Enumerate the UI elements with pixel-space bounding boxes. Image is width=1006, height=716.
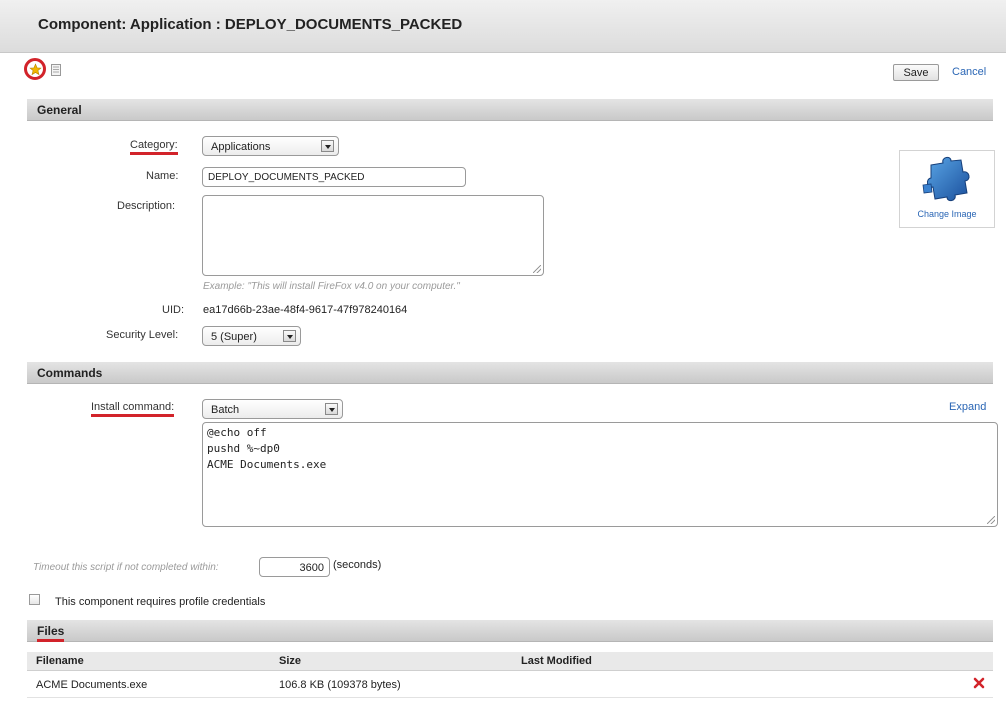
star-icon[interactable] bbox=[24, 58, 46, 80]
expand-link[interactable]: Expand bbox=[949, 401, 986, 413]
puzzle-piece-icon bbox=[922, 156, 970, 202]
component-image: Change Image bbox=[899, 150, 995, 228]
file-name: ACME Documents.exe bbox=[36, 679, 148, 691]
description-field[interactable] bbox=[202, 195, 544, 276]
delete-icon[interactable] bbox=[973, 677, 985, 689]
save-button[interactable]: Save bbox=[893, 64, 939, 81]
script-line: pushd %~dp0 bbox=[207, 442, 280, 455]
column-header-filename[interactable]: Filename bbox=[36, 655, 84, 667]
row-divider bbox=[27, 697, 993, 698]
description-label: Description: bbox=[117, 200, 176, 212]
file-size: 106.8 KB (109378 bytes) bbox=[279, 679, 401, 691]
name-field-value: DEPLOY_DOCUMENTS_PACKED bbox=[208, 172, 365, 183]
script-line: ACME Documents.exe bbox=[207, 458, 327, 471]
category-select-value: Applications bbox=[211, 141, 271, 153]
category-select[interactable]: Applications bbox=[202, 136, 339, 156]
resize-grip-icon[interactable] bbox=[987, 516, 995, 524]
general-section-header: General bbox=[27, 99, 993, 121]
install-command-type-value: Batch bbox=[211, 404, 240, 416]
security-level-value: 5 (Super) bbox=[211, 331, 257, 343]
name-label: Name: bbox=[146, 170, 179, 182]
files-section-label: Files bbox=[37, 624, 65, 642]
dropdown-arrow-icon bbox=[325, 403, 338, 415]
category-label: Category: bbox=[130, 139, 178, 155]
commands-section-header: Commands bbox=[27, 362, 993, 384]
install-command-script[interactable]: @echo off pushd %~dp0 ACME Documents.exe bbox=[202, 422, 998, 527]
install-command-label: Install command: bbox=[91, 401, 175, 417]
dropdown-arrow-icon bbox=[321, 140, 334, 152]
title-bar: Component: Application : DEPLOY_DOCUMENT… bbox=[0, 0, 1006, 53]
general-section-label: General bbox=[37, 103, 82, 117]
security-level-select[interactable]: 5 (Super) bbox=[202, 326, 301, 346]
files-section-header: Files bbox=[27, 620, 993, 642]
name-field[interactable]: DEPLOY_DOCUMENTS_PACKED bbox=[202, 167, 466, 187]
description-hint: Example: "This will install FireFox v4.0… bbox=[203, 281, 460, 292]
commands-section-label: Commands bbox=[37, 366, 103, 380]
resize-grip-icon[interactable] bbox=[533, 265, 541, 273]
column-header-last-modified[interactable]: Last Modified bbox=[521, 655, 592, 667]
timeout-field[interactable]: 3600 bbox=[259, 557, 330, 577]
dropdown-arrow-icon bbox=[283, 330, 296, 342]
timeout-field-value: 3600 bbox=[299, 562, 324, 574]
script-line: @echo off bbox=[207, 426, 267, 439]
install-command-type-select[interactable]: Batch bbox=[202, 399, 343, 419]
timeout-unit: (seconds) bbox=[333, 559, 382, 571]
favorite-toggle[interactable] bbox=[24, 58, 61, 84]
uid-label: UID: bbox=[162, 304, 184, 316]
profile-credentials-checkbox[interactable] bbox=[29, 594, 40, 605]
timeout-label: Timeout this script if not completed wit… bbox=[33, 562, 219, 573]
files-table-header: Filename Size Last Modified bbox=[27, 652, 993, 671]
column-header-size[interactable]: Size bbox=[279, 655, 301, 667]
change-image-link[interactable]: Change Image bbox=[900, 209, 994, 219]
security-level-label: Security Level: bbox=[106, 329, 179, 341]
document-icon bbox=[51, 64, 61, 76]
profile-credentials-label: This component requires profile credenti… bbox=[55, 596, 266, 608]
page-title: Component: Application : DEPLOY_DOCUMENT… bbox=[38, 16, 463, 33]
cancel-link[interactable]: Cancel bbox=[952, 66, 986, 78]
uid-value: ea17d66b-23ae-48f4-9617-47f978240164 bbox=[203, 304, 408, 316]
